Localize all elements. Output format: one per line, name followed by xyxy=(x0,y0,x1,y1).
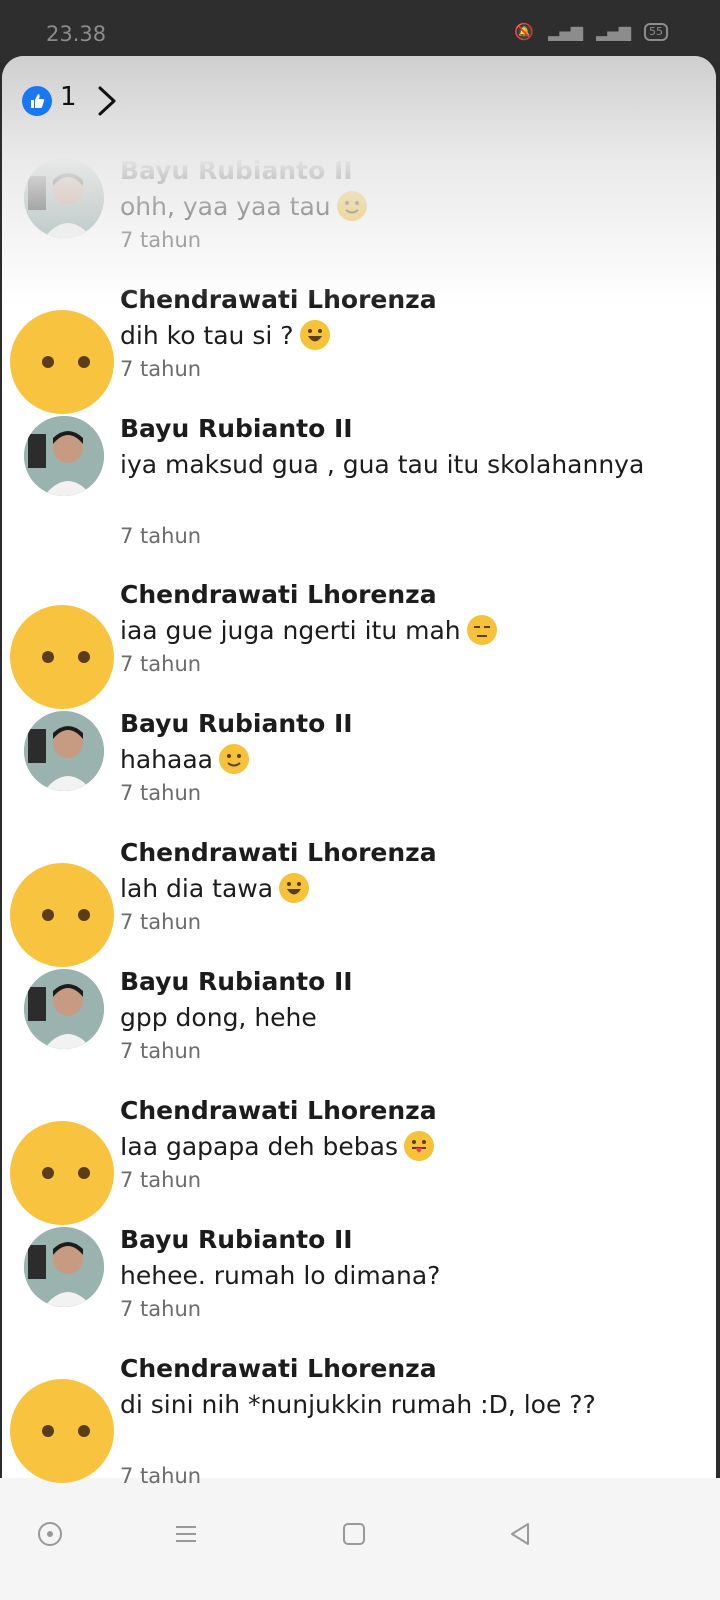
comment-timestamp: 7 tahun xyxy=(120,357,202,381)
comment-text-content: lah dia tawa xyxy=(120,874,274,903)
chevron-right-icon[interactable] xyxy=(94,84,120,118)
comment-text-content: iaa gue juga ngerti itu mah xyxy=(120,616,461,645)
comment-text: ohh, yaa yaa tau xyxy=(120,188,680,226)
comment-timestamp: 7 tahun xyxy=(120,1297,202,1321)
eye xyxy=(78,1167,90,1179)
comment-text: lah dia tawa xyxy=(120,870,680,908)
comment-text: hehee. rumah lo dimana? xyxy=(120,1257,680,1295)
status-time: 23.38 xyxy=(46,22,107,46)
avatar-emoji-face[interactable] xyxy=(10,1121,114,1225)
comment-text: gpp dong, hehe xyxy=(120,999,680,1037)
comment-text-content: iya maksud gua , gua tau itu skolahannya xyxy=(120,450,645,479)
reaction-count[interactable]: 1 xyxy=(60,82,77,112)
comment-author[interactable]: Chendrawati Lhorenza xyxy=(120,1096,437,1125)
navigation-bar xyxy=(0,1478,720,1600)
tongue-out-emoji-icon xyxy=(403,1131,434,1161)
eye xyxy=(42,1425,54,1437)
avatar-emoji-face[interactable] xyxy=(10,605,114,709)
grinning-emoji-icon xyxy=(279,873,310,903)
comment-timestamp: 7 tahun xyxy=(120,781,202,805)
eye xyxy=(42,909,54,921)
comment-author[interactable]: Bayu Rubianto II xyxy=(120,156,353,185)
comment-text: dih ko tau si ? xyxy=(120,317,680,355)
comment-text: iaa gue juga ngerti itu mah xyxy=(120,612,680,650)
comment-text: hahaaa xyxy=(120,741,680,779)
comment-text: iya maksud gua , gua tau itu skolahannya xyxy=(120,446,680,484)
comment-timestamp: 7 tahun xyxy=(120,1464,202,1488)
comment-text: di sini nih *nunjukkin rumah :D, loe ?? xyxy=(120,1386,680,1424)
comment-text-content: dih ko tau si ? xyxy=(120,321,294,350)
square-icon xyxy=(343,1523,365,1545)
back-button[interactable] xyxy=(498,1512,542,1556)
comment-timestamp: 7 tahun xyxy=(120,1168,202,1192)
assistant-button[interactable] xyxy=(28,1512,72,1556)
eye xyxy=(78,651,90,663)
eye xyxy=(78,909,90,921)
menu-icon xyxy=(176,1526,196,1542)
circle-dot-icon xyxy=(38,1522,62,1546)
avatar-emoji-face[interactable] xyxy=(10,863,114,967)
avatar-emoji-face[interactable] xyxy=(10,1379,114,1483)
signal-icon-2: ▂▄▆ xyxy=(596,22,631,41)
comment-timestamp: 7 tahun xyxy=(120,652,202,676)
comment-text-content: hehee. rumah lo dimana? xyxy=(120,1261,441,1290)
comments-header: 1 xyxy=(2,56,716,146)
avatar-photo[interactable] xyxy=(24,416,104,496)
battery-icon: 55 xyxy=(644,22,668,41)
avatar-photo[interactable] xyxy=(24,969,104,1049)
mute-icon: 🔕 xyxy=(514,22,535,41)
comment-text-content: gpp dong, hehe xyxy=(120,1003,317,1032)
comment-author[interactable]: Bayu Rubianto II xyxy=(120,414,353,443)
comment-author[interactable]: Bayu Rubianto II xyxy=(120,1225,353,1254)
grinning-emoji-icon xyxy=(299,320,330,350)
comment-timestamp: 7 tahun xyxy=(120,228,202,252)
eye xyxy=(78,356,90,368)
like-reaction-icon[interactable] xyxy=(22,86,52,116)
comment-author[interactable]: Chendrawati Lhorenza xyxy=(120,285,437,314)
comments-sheet[interactable]: 1 Bayu Rubianto II ohh, yaa yaa tau 7 tahu… xyxy=(2,56,716,1506)
avatar-photo[interactable] xyxy=(24,1227,104,1307)
comment-text-content: hahaaa xyxy=(120,745,213,774)
comment-timestamp: 7 tahun xyxy=(120,910,202,934)
comment-timestamp: 7 tahun xyxy=(120,524,202,548)
menu-button[interactable] xyxy=(164,1512,208,1556)
slightly-smiling-emoji-icon xyxy=(336,191,367,221)
eye xyxy=(42,651,54,663)
comment-author[interactable]: Bayu Rubianto II xyxy=(120,709,353,738)
home-button[interactable] xyxy=(332,1512,376,1556)
comment-author[interactable]: Chendrawati Lhorenza xyxy=(120,1354,437,1383)
status-icons: 🔕 ▂▄▆ ▂▄▆ 55 xyxy=(514,22,668,41)
unamused-emoji-icon xyxy=(466,615,497,645)
comment-author[interactable]: Chendrawati Lhorenza xyxy=(120,580,437,609)
slightly-smiling-emoji-icon xyxy=(218,744,249,774)
eye xyxy=(42,1167,54,1179)
eye xyxy=(42,356,54,368)
comment-text-content: ohh, yaa yaa tau xyxy=(120,192,331,221)
signal-icon: ▂▄▆ xyxy=(548,22,583,41)
comment-text-content: di sini nih *nunjukkin rumah :D, loe ?? xyxy=(120,1390,596,1419)
avatar-emoji-face[interactable] xyxy=(10,310,114,414)
eye xyxy=(78,1425,90,1437)
avatar-photo[interactable] xyxy=(24,711,104,791)
avatar-photo[interactable] xyxy=(24,158,104,238)
comment-text: Iaa gapapa deh bebas xyxy=(120,1128,680,1166)
comment-author[interactable]: Bayu Rubianto II xyxy=(120,967,353,996)
back-triangle-icon xyxy=(511,1523,529,1545)
status-bar: 23.38 🔕 ▂▄▆ ▂▄▆ 55 xyxy=(0,0,720,62)
comment-author[interactable]: Chendrawati Lhorenza xyxy=(120,838,437,867)
comment-timestamp: 7 tahun xyxy=(120,1039,202,1063)
comment-text-content: Iaa gapapa deh bebas xyxy=(120,1132,398,1161)
